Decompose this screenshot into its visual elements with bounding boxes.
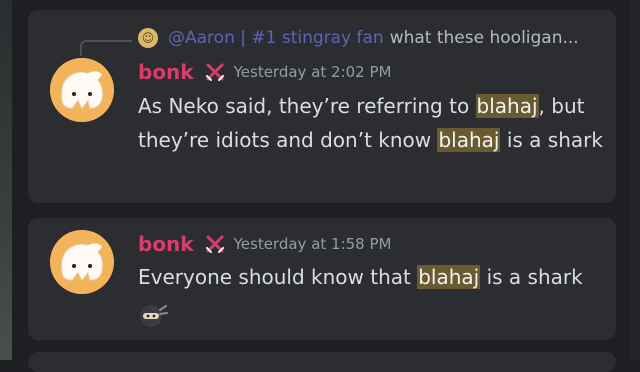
text-segment: As Neko said, they’re referring to <box>138 94 476 118</box>
background-left-strip <box>0 0 12 360</box>
timestamp[interactable]: Yesterday at 2:02 PM <box>234 63 392 81</box>
reply-preview[interactable]: @Aaron | #1 stingray fan what these hooli… <box>168 28 579 48</box>
text-segment: Everyone should know that <box>138 265 418 289</box>
search-highlight: blahaj <box>417 265 481 289</box>
crossed-swords-icon[interactable] <box>204 61 226 83</box>
user-avatar[interactable] <box>50 58 114 122</box>
text-segment: is a shark <box>480 265 583 289</box>
search-highlight: blahaj <box>437 128 501 152</box>
crossed-swords-icon[interactable] <box>204 233 226 255</box>
ninja-emoji-icon[interactable] <box>138 302 168 328</box>
username[interactable]: bonk <box>138 60 194 84</box>
reply-connector <box>80 40 132 56</box>
search-highlight: blahaj <box>475 94 539 118</box>
message-header: bonk Yesterday at 2:02 PM <box>138 60 391 84</box>
message-text: Everyone should know that blahaj is a sh… <box>138 260 608 294</box>
text-segment: is a shark <box>500 128 603 152</box>
scrollbar-track[interactable] <box>630 0 640 360</box>
user-avatar[interactable] <box>50 230 114 294</box>
message-card[interactable] <box>28 352 616 372</box>
message-header: bonk Yesterday at 1:58 PM <box>138 232 391 256</box>
message-card[interactable]: bonk Yesterday at 1:58 PM Everyone shoul… <box>28 218 616 340</box>
reply-snippet[interactable]: what these hooligan... <box>390 28 579 48</box>
reply-avatar-icon[interactable]: ☺ <box>138 28 158 48</box>
reply-mention[interactable]: @Aaron | #1 stingray fan <box>168 28 384 48</box>
username[interactable]: bonk <box>138 232 194 256</box>
timestamp[interactable]: Yesterday at 1:58 PM <box>234 235 392 253</box>
message-card[interactable]: ☺ @Aaron | #1 stingray fan what these hoo… <box>28 10 616 203</box>
message-text: As Neko said, they’re referring to blaha… <box>138 89 608 157</box>
